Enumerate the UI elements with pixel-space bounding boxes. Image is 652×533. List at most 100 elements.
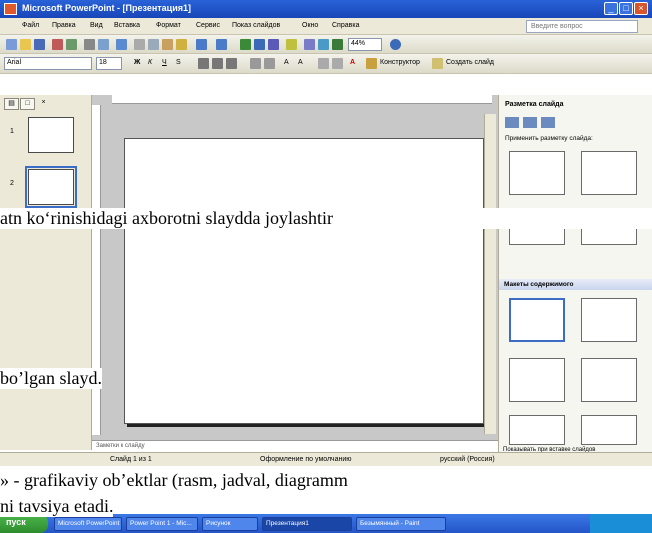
title-bar: Microsoft PowerPoint - [Презентация1] _ … <box>0 0 652 18</box>
vertical-scrollbar[interactable] <box>484 114 496 434</box>
align-left-icon[interactable] <box>198 58 209 69</box>
email-icon[interactable] <box>66 39 77 50</box>
home-icon[interactable] <box>541 117 555 128</box>
menu-insert[interactable]: Вставка <box>114 22 140 29</box>
task-paint[interactable]: Безымянный - Paint <box>356 517 446 531</box>
powerpoint-app-icon <box>4 3 17 15</box>
zoom-select[interactable]: 44% <box>348 38 382 51</box>
permission-icon[interactable] <box>52 39 63 50</box>
align-right-icon[interactable] <box>226 58 237 69</box>
menu-tools[interactable]: Сервис <box>196 22 220 29</box>
menu-format[interactable]: Формат <box>156 22 181 29</box>
status-slide-count: Слайд 1 из 1 <box>110 456 152 463</box>
spelling-icon[interactable] <box>116 39 127 50</box>
current-slide[interactable] <box>124 138 484 424</box>
shadow-button[interactable]: S <box>176 59 181 66</box>
standard-toolbar: 44% <box>0 35 652 54</box>
undo-icon[interactable] <box>196 39 207 50</box>
menu-view[interactable]: Вид <box>90 22 103 29</box>
menu-bar: Файл Правка Вид Вставка Формат Сервис По… <box>0 18 652 35</box>
copy-icon[interactable] <box>148 39 159 50</box>
help-search-input[interactable]: Введите вопрос <box>526 20 638 33</box>
close-button[interactable]: × <box>634 2 648 15</box>
decrease-font-button[interactable]: A <box>298 59 303 66</box>
redo-icon[interactable] <box>216 39 227 50</box>
menu-window[interactable]: Окно <box>302 22 318 29</box>
increase-font-button[interactable]: A <box>284 59 289 66</box>
new-icon[interactable] <box>6 39 17 50</box>
design-icon[interactable] <box>366 58 377 69</box>
menu-edit[interactable]: Правка <box>52 22 76 29</box>
underline-button[interactable]: Ч <box>162 59 167 66</box>
minimize-button[interactable]: _ <box>604 2 618 15</box>
new-slide-button[interactable]: Создать слайд <box>446 59 494 66</box>
tables-borders-icon[interactable] <box>268 39 279 50</box>
apply-layout-label: Применить разметку слайда: <box>505 135 593 142</box>
insert-chart-icon[interactable] <box>240 39 251 50</box>
align-center-icon[interactable] <box>212 58 223 69</box>
tab-outline[interactable]: ▤ <box>4 98 19 110</box>
save-icon[interactable] <box>34 39 45 50</box>
layout-content-row[interactable] <box>509 415 565 445</box>
task-picture[interactable]: Рисунок <box>202 517 258 531</box>
status-design: Оформление по умолчанию <box>260 456 352 463</box>
font-size-select[interactable]: 18 <box>96 57 122 70</box>
task-powerpoint-1[interactable]: Power Point 1 - Mic... <box>126 517 198 531</box>
document-text-line: » - grafikaviy ob’ektlar (rasm, jadval, … <box>0 470 652 491</box>
layout-title-only[interactable] <box>581 151 637 195</box>
increase-indent-icon[interactable] <box>332 58 343 69</box>
help-icon[interactable] <box>390 39 401 50</box>
slide-thumbnail-2[interactable] <box>25 166 77 208</box>
notes-pane[interactable]: Заметки к слайду <box>92 440 498 452</box>
open-icon[interactable] <box>20 39 31 50</box>
slide-thumbnail-1[interactable] <box>28 117 74 153</box>
insert-picture-icon[interactable] <box>286 39 297 50</box>
task-pane: Разметка слайда Применить разметку слайд… <box>498 95 652 453</box>
back-icon[interactable] <box>505 117 519 128</box>
font-name-select[interactable]: Arial <box>4 57 92 70</box>
content-layouts-section: Макеты содержимого <box>499 279 652 290</box>
insert-table-icon[interactable] <box>254 39 265 50</box>
slide-number: 1 <box>10 128 14 135</box>
layout-content[interactable] <box>581 298 637 342</box>
document-text-line: ni tavsiya etadi. <box>0 496 114 517</box>
close-panel-button[interactable]: × <box>36 98 51 110</box>
layout-title-four-content[interactable] <box>581 358 637 402</box>
tab-slides[interactable]: □ <box>20 98 35 110</box>
format-painter-icon[interactable] <box>176 39 187 50</box>
show-formatting-icon[interactable] <box>318 39 329 50</box>
menu-file[interactable]: Файл <box>22 22 39 29</box>
preview-icon[interactable] <box>98 39 109 50</box>
menu-slideshow[interactable]: Показ слайдов <box>232 22 280 29</box>
task-pane-title: Разметка слайда <box>505 101 564 108</box>
numbering-icon[interactable] <box>250 58 261 69</box>
decrease-indent-icon[interactable] <box>318 58 329 69</box>
bold-button[interactable]: Ж <box>134 59 140 66</box>
window-title: Microsoft PowerPoint - [Презентация1] <box>22 3 192 13</box>
menu-help[interactable]: Справка <box>332 22 359 29</box>
bullets-icon[interactable] <box>264 58 275 69</box>
print-icon[interactable] <box>84 39 95 50</box>
grid-icon[interactable] <box>332 39 343 50</box>
maximize-button[interactable]: □ <box>619 2 633 15</box>
document-text-line: bo’lgan slayd. <box>0 368 102 389</box>
font-color-button[interactable]: A <box>350 59 355 66</box>
cut-icon[interactable] <box>134 39 145 50</box>
layout-four-content[interactable] <box>581 415 637 445</box>
document-text-line: atn ko‘rinishidagi axborotni slaydda joy… <box>0 208 652 229</box>
status-language: русский (Россия) <box>440 456 495 463</box>
forward-icon[interactable] <box>523 117 537 128</box>
task-presentation[interactable]: Презентация1 <box>262 517 352 531</box>
formatting-toolbar: Arial 18 Ж К Ч S A A A Конструктор Созда… <box>0 54 652 74</box>
layout-blank[interactable] <box>509 298 565 342</box>
expand-all-icon[interactable] <box>304 39 315 50</box>
task-powerpoint[interactable]: Microsoft PowerPoint <box>54 517 122 531</box>
horizontal-ruler <box>112 95 492 104</box>
italic-button[interactable]: К <box>148 59 152 66</box>
paste-icon[interactable] <box>162 39 173 50</box>
layout-title-slide[interactable] <box>509 151 565 195</box>
design-button[interactable]: Конструктор <box>380 59 420 66</box>
layout-title-and-content[interactable] <box>509 358 565 402</box>
new-slide-icon[interactable] <box>432 58 443 69</box>
status-bar: Слайд 1 из 1 Оформление по умолчанию рус… <box>0 452 652 466</box>
